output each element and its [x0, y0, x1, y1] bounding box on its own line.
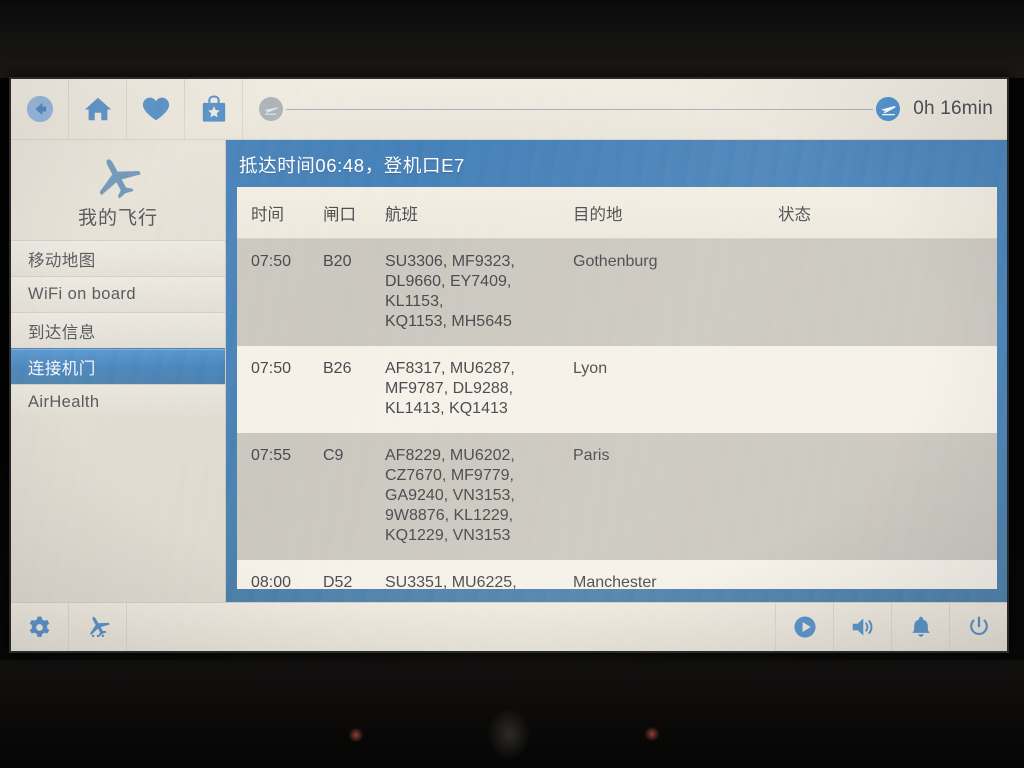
cell-destination: Gothenburg: [573, 238, 778, 346]
cell-destination: Lyon: [573, 346, 778, 433]
favorites-icon: [141, 94, 171, 124]
cell-time: 07:50: [237, 238, 323, 346]
column-header-destination: 目的地: [573, 187, 778, 239]
table-row[interactable]: 07:55 C9 AF8229, MU6202, CZ7670, MF9779,…: [237, 433, 997, 560]
home-button[interactable]: [69, 79, 127, 139]
top-toolbar: 0h 16min: [11, 79, 1007, 140]
eta-remaining-label: 0h 16min: [913, 98, 993, 119]
bezel-top: [0, 0, 1024, 78]
connecting-gates-table: 时间 闸口 航班 目的地 状态 07:50 B20 SU3306, MF9323…: [237, 187, 997, 589]
cell-gate: C9: [323, 433, 385, 560]
sidebar-item-label: 移动地图: [28, 251, 96, 270]
page-title: 抵达时间06:48，登机口E7: [239, 155, 465, 176]
cell-gate: D52: [323, 560, 385, 589]
back-button[interactable]: [11, 79, 69, 139]
airplane-mode-button[interactable]: [69, 603, 127, 651]
cell-destination: Manchester: [573, 560, 778, 589]
sidebar: 我的飞行 移动地图 WiFi on board 到达信息 连接机门 AirHea…: [11, 140, 226, 602]
dust-speck: [348, 728, 364, 742]
cell-status: [778, 238, 997, 346]
play-icon: [792, 614, 818, 640]
column-header-status: 状态: [778, 187, 997, 239]
sidebar-item-label: AirHealth: [28, 393, 100, 411]
table-body: 07:50 B20 SU3306, MF9323, DL9660, EY7409…: [237, 238, 997, 589]
table-row[interactable]: 07:50 B20 SU3306, MF9323, DL9660, EY7409…: [237, 238, 997, 346]
sidebar-item-wifi-on-board[interactable]: WiFi on board: [11, 276, 225, 312]
cell-flight-numbers: SU3306, MF9323, DL9660, EY7409, KL1153, …: [385, 238, 573, 346]
column-header-gate: 闸口: [323, 187, 385, 239]
cell-flight-numbers: AF8317, MU6287, MF9787, DL9288, KL1413, …: [385, 346, 573, 433]
airplane-mode-icon: [85, 614, 111, 640]
settings-button[interactable]: [11, 603, 69, 651]
photo-background: 0h 16min 我的飞行 移动地图 WiFi on board 到达信息 连接…: [0, 0, 1024, 768]
table-header: 时间 闸口 航班 目的地 状态: [237, 187, 997, 239]
bell-icon: [909, 614, 933, 640]
bezel-bottom: [0, 660, 1024, 768]
sidebar-item-connecting-gates[interactable]: 连接机门: [11, 348, 225, 384]
cell-flight-numbers: AF8229, MU6202, CZ7670, MF9779, GA9240, …: [385, 433, 573, 560]
dust-speck: [645, 726, 659, 742]
sidebar-header: 我的飞行: [11, 140, 225, 240]
progress-track: [286, 108, 874, 110]
cell-destination: Paris: [573, 433, 778, 560]
cell-status: [778, 433, 997, 560]
connecting-gates-table-wrap[interactable]: 时间 闸口 航班 目的地 状态 07:50 B20 SU3306, MF9323…: [237, 187, 997, 589]
sidebar-filler: [11, 420, 225, 602]
toolbar-spacer: [127, 603, 776, 651]
power-button[interactable]: [950, 603, 1007, 651]
lens-blob: [488, 708, 530, 760]
shop-icon: [200, 94, 228, 124]
settings-gear-icon: [27, 615, 52, 640]
home-icon: [83, 94, 113, 124]
column-header-time: 时间: [237, 187, 323, 239]
bottom-toolbar: [11, 602, 1007, 651]
table-row[interactable]: 07:50 B26 AF8317, MU6287, MF9787, DL9288…: [237, 346, 997, 433]
content-panel: 抵达时间06:48，登机口E7 时间 闸口 航班 目的地 状态 07:50 B2…: [226, 140, 1007, 602]
table-header-row: 时间 闸口 航班 目的地 状态: [237, 187, 997, 239]
cell-gate: B20: [323, 238, 385, 346]
sidebar-item-label: WiFi on board: [28, 285, 136, 303]
sidebar-item-arrival-info[interactable]: 到达信息: [11, 312, 225, 348]
cell-gate: B26: [323, 346, 385, 433]
ife-screen: 0h 16min 我的飞行 移动地图 WiFi on board 到达信息 连接…: [11, 79, 1007, 651]
cell-status: [778, 560, 997, 589]
main-body: 我的飞行 移动地图 WiFi on board 到达信息 连接机门 AirHea…: [11, 140, 1007, 602]
cell-flight-numbers: SU3351, MU6225, MF9166, DL9297, GA9746, …: [385, 560, 573, 589]
shop-button[interactable]: [185, 79, 243, 139]
cell-time: 08:00: [237, 560, 323, 589]
table-row[interactable]: 08:00 D52 SU3351, MU6225, MF9166, DL9297…: [237, 560, 997, 589]
back-icon: [25, 94, 55, 124]
sidebar-item-label: 连接机门: [28, 359, 96, 378]
attendant-call-button[interactable]: [892, 603, 950, 651]
flight-progress[interactable]: 0h 16min: [243, 79, 1007, 139]
cell-time: 07:55: [237, 433, 323, 560]
column-header-flight: 航班: [385, 187, 573, 239]
sidebar-title: 我的飞行: [77, 207, 158, 229]
power-icon: [966, 614, 992, 640]
plane-departure-icon: [259, 97, 283, 121]
volume-button[interactable]: [834, 603, 892, 651]
play-button[interactable]: [776, 603, 834, 651]
sidebar-item-label: 到达信息: [28, 323, 96, 342]
sidebar-item-airhealth[interactable]: AirHealth: [11, 384, 225, 420]
cell-time: 07:50: [237, 346, 323, 433]
sidebar-item-moving-map[interactable]: 移动地图: [11, 240, 225, 276]
favorites-button[interactable]: [127, 79, 185, 139]
airplane-icon: [91, 155, 145, 201]
volume-icon: [849, 614, 876, 640]
plane-arrival-icon: [876, 97, 901, 121]
cell-status: [778, 346, 997, 433]
